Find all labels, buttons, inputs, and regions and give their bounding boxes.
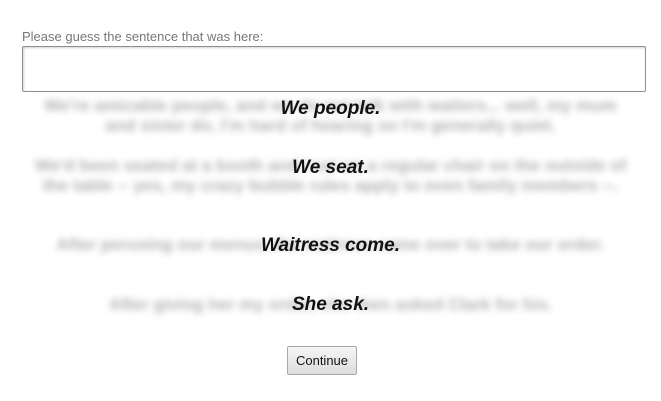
passage-paragraph-3: After perusing our menus, the waitress c…: [30, 235, 631, 275]
visible-summary: She ask.: [291, 294, 370, 315]
passage-paragraph-2: We'd been seated at a booth and I sat on…: [30, 156, 631, 216]
guess-input[interactable]: [22, 46, 646, 92]
prompt-label: Please guess the sentence that was here:: [22, 29, 264, 44]
visible-summary: We seat.: [292, 157, 369, 178]
blurred-passage: We're amicable people, and we do not tal…: [30, 96, 631, 317]
passage-paragraph-1: We're amicable people, and we do not tal…: [30, 96, 631, 136]
continue-button[interactable]: Continue: [287, 346, 357, 375]
passage-paragraph-4: After giving her my order, she then aske…: [30, 294, 631, 317]
visible-summary: Waitress come.: [260, 235, 401, 256]
sentence-guess-page: Please guess the sentence that was here:…: [0, 0, 661, 401]
visible-summary: We people.: [280, 98, 381, 119]
